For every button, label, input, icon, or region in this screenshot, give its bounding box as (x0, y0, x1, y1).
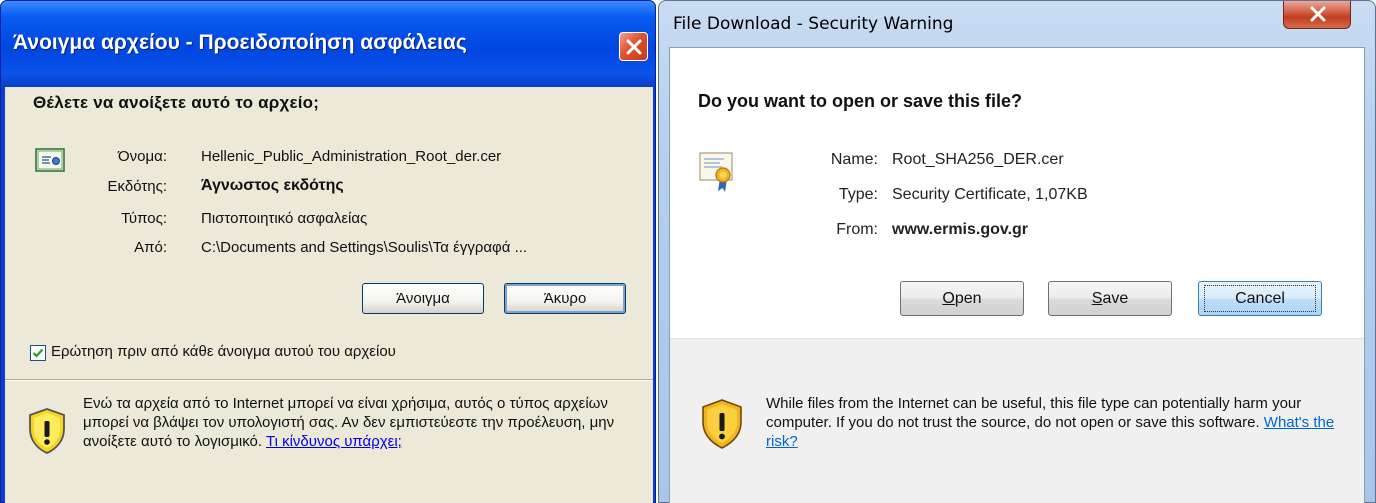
w7-save-mnemonic: S (1091, 290, 1103, 307)
xp-dialog-body: Θέλετε να ανοίξετε αυτό το αρχείο; Όνομα… (5, 87, 653, 503)
w7-warning-message: While files from the Internet can be use… (766, 395, 1302, 431)
w7-cancel-label: Cancel (1204, 285, 1316, 312)
w7-warning-text: While files from the Internet can be use… (766, 394, 1356, 451)
xp-ask-checkbox[interactable] (30, 345, 46, 361)
xp-title-bar[interactable]: Άνοιγμα αρχείου - Προειδοποίηση ασφάλεια… (1, 1, 655, 87)
shield-warning-icon (29, 408, 65, 454)
xp-type-value: Πιστοποιητικό ασφαλείας (201, 210, 368, 227)
xp-separator-highlight (5, 380, 653, 381)
w7-type-value: Security Certificate, 1,07KB (892, 186, 1088, 203)
w7-open-mnemonic: O (942, 290, 955, 307)
w7-from-value: www.ermis.gov.gr (892, 221, 1029, 238)
xp-security-warning-dialog: Άνοιγμα αρχείου - Προειδοποίηση ασφάλεια… (0, 0, 656, 503)
w7-name-label: Name: (830, 151, 878, 168)
w7-cancel-button[interactable]: Cancel (1198, 281, 1322, 316)
w7-close-button[interactable] (1283, 1, 1351, 29)
xp-whats-the-risk-link[interactable]: Τι κίνδυνος υπάρχει; (266, 433, 402, 450)
w7-from-label: From: (836, 221, 878, 238)
xp-publisher-value: Άγνωστος εκδότης (201, 177, 344, 194)
xp-question-heading: Θέλετε να ανοίξετε αυτό το αρχείο; (33, 93, 320, 112)
w7-window-title: File Download - Security Warning (673, 14, 954, 34)
checkmark-icon (32, 348, 44, 358)
w7-type-label: Type: (838, 186, 878, 203)
w7-question-heading: Do you want to open or save this file? (698, 91, 1023, 111)
xp-publisher-label: Εκδότης: (107, 178, 167, 195)
w7-open-label: pen (954, 290, 982, 307)
w7-open-button[interactable]: Open (900, 281, 1024, 316)
xp-cancel-button[interactable]: Άκυρο (504, 283, 626, 314)
w7-content-area: Do you want to open or save this file? N… (670, 48, 1364, 338)
xp-warning-text: Ενώ τα αρχεία από το Internet μπορεί να … (83, 394, 639, 451)
w7-separator (670, 338, 1364, 339)
xp-from-value: C:\Documents and Settings\Soulis\Τα έγγρ… (201, 239, 528, 256)
xp-ask-checkbox-label[interactable]: Ερώτηση πριν από κάθε άνοιγμα αυτού του … (51, 343, 396, 360)
xp-open-button[interactable]: Άνοιγμα (362, 283, 484, 314)
w7-dialog-body: Do you want to open or save this file? N… (669, 47, 1365, 503)
xp-name-label: Όνομα: (118, 148, 167, 165)
xp-close-button[interactable] (619, 32, 648, 61)
w7-file-download-dialog: File Download - Security Warning Do you … (658, 0, 1376, 503)
xp-from-label: Από: (134, 239, 167, 256)
close-icon (626, 39, 642, 55)
certificate-icon (699, 152, 733, 192)
w7-save-button[interactable]: Save (1048, 281, 1172, 316)
xp-name-value: Hellenic_Public_Administration_Root_der.… (201, 148, 502, 165)
w7-name-value: Root_SHA256_DER.cer (892, 151, 1064, 168)
close-icon (1310, 6, 1326, 22)
shield-warning-icon (702, 399, 742, 449)
xp-window-title: Άνοιγμα αρχείου - Προειδοποίηση ασφάλεια… (13, 31, 467, 54)
w7-save-label: ave (1102, 290, 1129, 307)
xp-type-label: Τύπος: (121, 210, 167, 227)
